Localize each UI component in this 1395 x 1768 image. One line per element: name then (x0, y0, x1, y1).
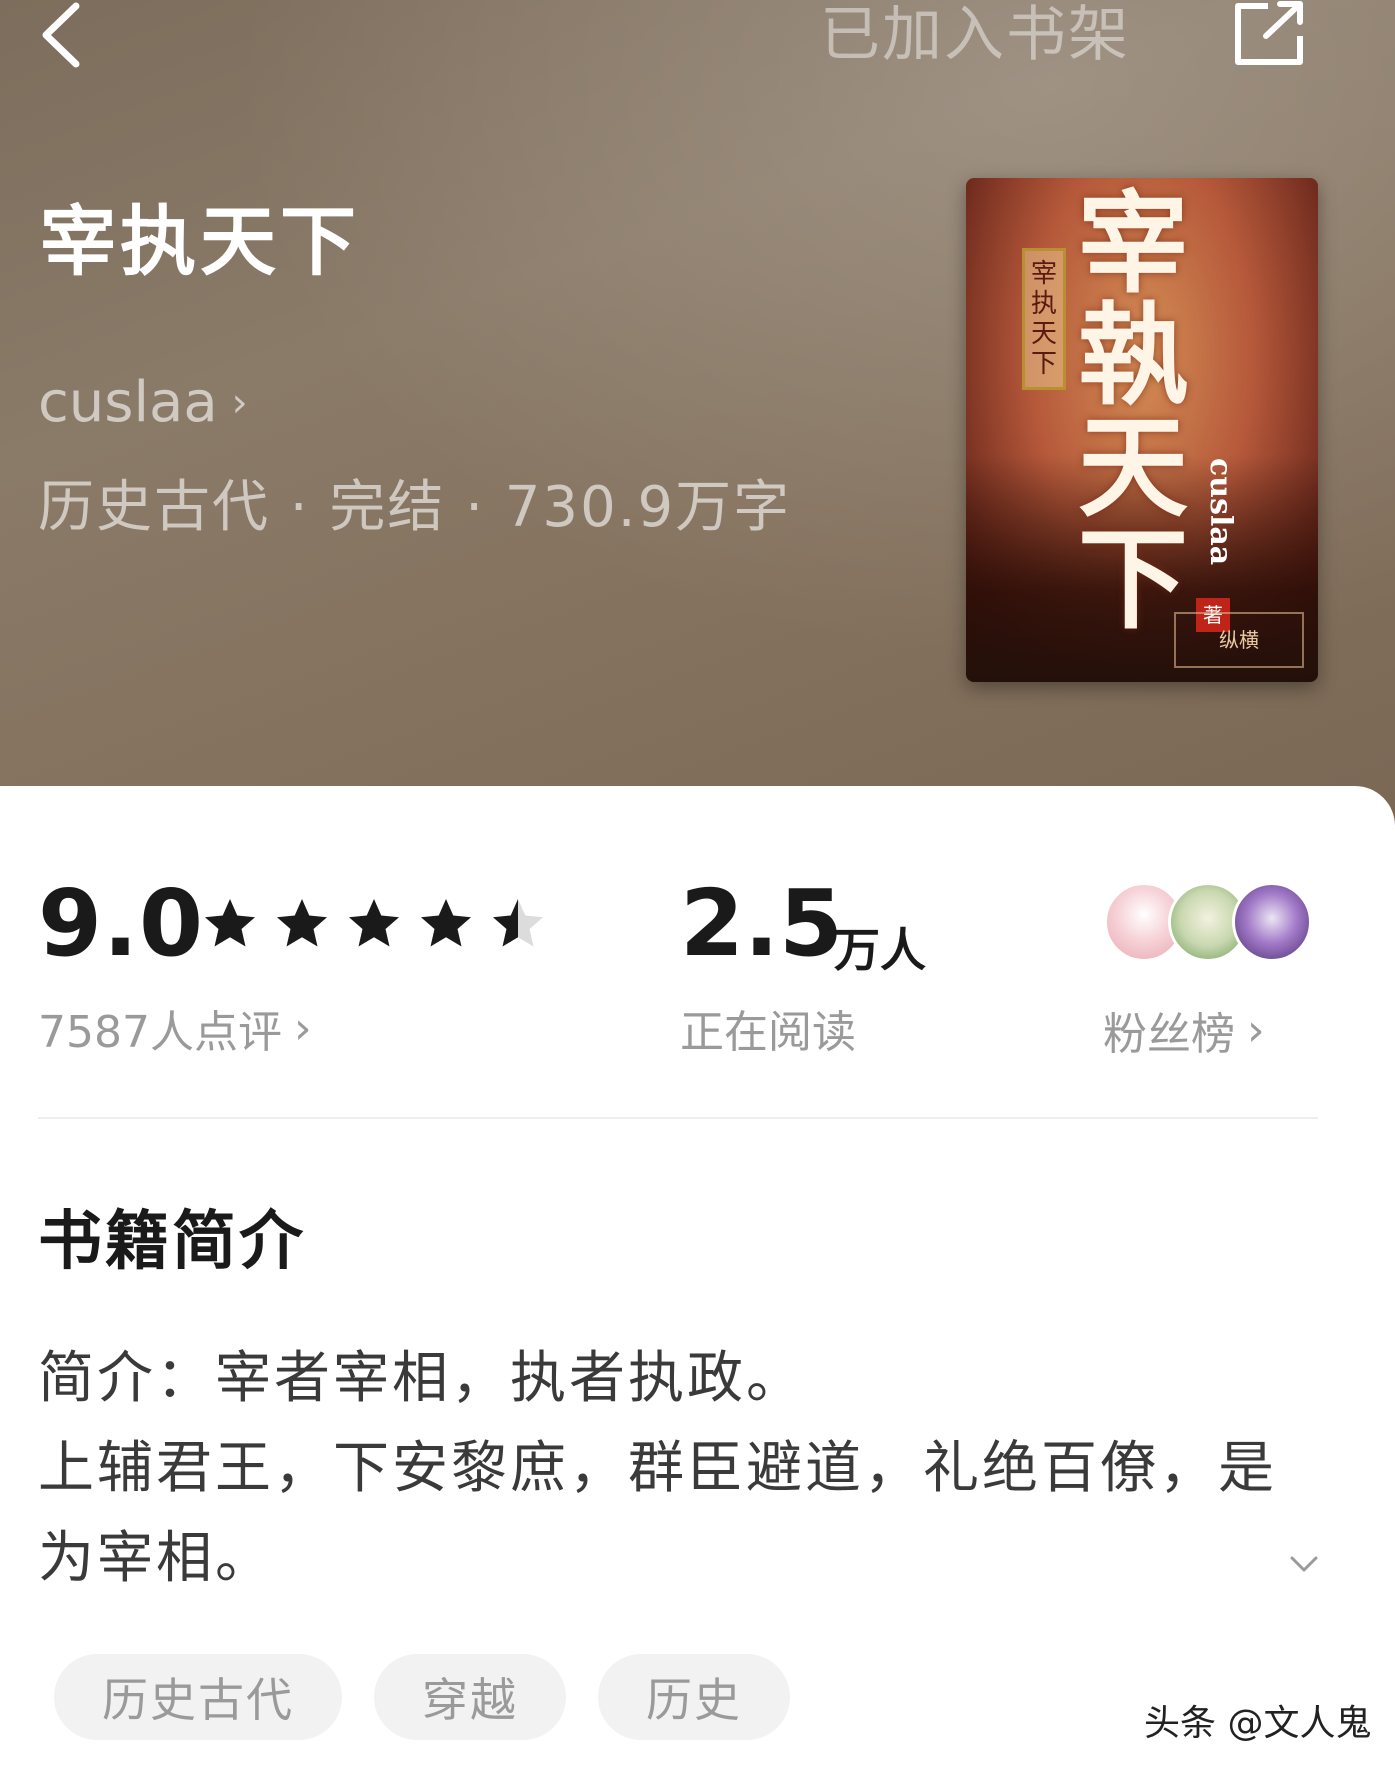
book-cover[interactable]: 宰执天下 宰執天下 cuslaa 著 纵横 (966, 178, 1318, 682)
fan-avatars[interactable] (1104, 882, 1316, 966)
tag-chip[interactable]: 历史古代 (54, 1654, 342, 1740)
share-button[interactable] (1228, 0, 1308, 70)
star-rating (200, 894, 548, 954)
star-icon (421, 899, 471, 947)
synopsis-line: 上辅君王，下安黎庶，群臣避道，礼绝百僚，是为宰相。 (38, 1436, 1277, 1591)
author-name: cuslaa (38, 370, 218, 435)
share-external-icon (1235, 1, 1303, 65)
half-star-icon (493, 899, 543, 947)
rating-score: 9.0 (38, 870, 204, 977)
tag-chip[interactable]: 穿越 (374, 1654, 566, 1740)
book-title: 宰执天下 (40, 197, 360, 286)
synopsis-line: 简介：宰者宰相，执者执政。 (38, 1346, 805, 1411)
star-icon (277, 899, 327, 947)
synopsis-heading: 书籍简介 (38, 1205, 306, 1279)
expand-button[interactable] (1286, 1546, 1322, 1582)
star-icon (349, 899, 399, 947)
tag-list: 历史古代 穿越 历史 (54, 1654, 790, 1740)
avatar (1232, 882, 1312, 962)
cover-author: cuslaa (1203, 458, 1238, 566)
watermark: 头条 @文人鬼 (1144, 1703, 1372, 1744)
added-to-shelf-label[interactable]: 已加入书架 (820, 0, 1130, 70)
readers-unit: 万人 (834, 923, 926, 977)
fans-ranking-label: 粉丝榜 (1103, 1009, 1235, 1060)
back-button[interactable] (30, 0, 90, 70)
star-icon (205, 899, 255, 947)
book-detail-sheet: 9.0 7587人点评 › 2.5 万人 正在阅读 粉丝榜 › 书籍简介 简介：… (0, 786, 1395, 1768)
divider (38, 1117, 1318, 1119)
author-link[interactable]: cuslaa › (38, 370, 248, 435)
reviews-count: 7587人点评 (38, 1007, 282, 1058)
fans-ranking-link[interactable]: 粉丝榜 › (1103, 998, 1265, 1062)
chevron-left-icon (42, 2, 80, 68)
book-meta: 历史古代 · 完结 · 730.9万字 (38, 475, 792, 540)
tag-chip[interactable]: 历史 (598, 1654, 790, 1740)
chevron-right-icon: › (231, 379, 248, 426)
chevron-down-icon (1290, 1556, 1318, 1572)
synopsis-text[interactable]: 简介：宰者宰相，执者执政。 上辅君王，下安黎庶，群臣避道，礼绝百僚，是为宰相。 (38, 1334, 1328, 1604)
readers-label: 正在阅读 (680, 1007, 856, 1058)
cover-publisher-logo: 纵横 (1174, 612, 1304, 668)
reviews-link[interactable]: 7587人点评 › (38, 996, 312, 1060)
chevron-right-icon: › (1247, 1004, 1265, 1056)
readers-count: 2.5 (680, 870, 843, 977)
cover-small-title: 宰执天下 (1022, 248, 1066, 390)
cover-big-title: 宰執天下 (1078, 179, 1188, 644)
chevron-right-icon: › (293, 1002, 312, 1054)
